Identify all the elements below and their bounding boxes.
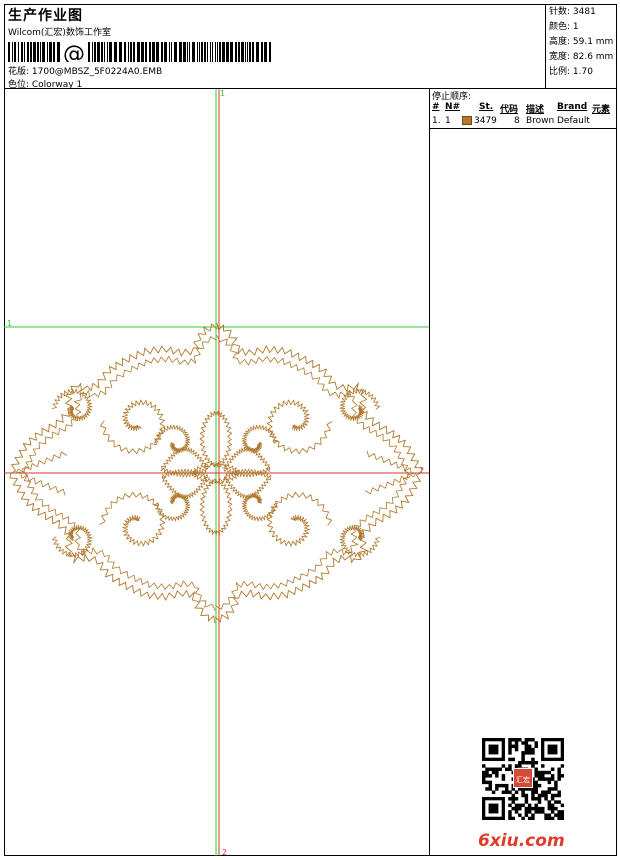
col-desc: 描述 xyxy=(526,105,545,115)
design-width: 宽度: 82.6 mm xyxy=(549,52,614,62)
col-num: # xyxy=(432,102,440,112)
design-file-label: 花版: 1700@MBSZ_5F0224A0.EMB xyxy=(8,67,163,77)
color-count: 颜色: 1 xyxy=(549,22,579,32)
row-n: 1 xyxy=(445,116,451,126)
design-scale: 比例: 1.70 xyxy=(549,67,593,77)
barcode-icon: @ xyxy=(8,42,271,62)
row-num: 1. xyxy=(432,116,441,126)
svg-text:汇宏: 汇宏 xyxy=(516,775,530,784)
report-header: 生产作业图 Wilcom(汇宏)数饰工作室 @ 花版: 1700@MBSZ_5F… xyxy=(4,4,617,90)
col-elem: 元素 xyxy=(592,105,611,115)
row-code: 3479 xyxy=(474,116,497,126)
axis-label-left: 1 xyxy=(7,319,12,328)
col-n: N# xyxy=(445,102,461,112)
col-brand: Brand xyxy=(557,102,588,112)
stitch-count: 针数: 3481 xyxy=(549,7,596,17)
row-brand: Default xyxy=(557,116,590,126)
design-preview: 1 1 2 2 xyxy=(4,89,429,856)
studio-name: Wilcom(汇宏)数饰工作室 xyxy=(8,28,111,38)
table-divider xyxy=(430,128,617,129)
col-code: 代码 xyxy=(500,105,519,115)
col-st: St. xyxy=(479,102,494,112)
qr-code-icon: 汇宏 xyxy=(482,738,564,820)
report-title: 生产作业图 xyxy=(8,8,83,24)
design-canvas[interactable]: 1 1 2 2 xyxy=(4,89,430,856)
design-stats: 针数: 3481 颜色: 1 高度: 59.1 mm 宽度: 82.6 mm 比… xyxy=(545,4,617,88)
axis-label-top: 1 xyxy=(220,89,225,98)
axis-label-bottom: 2 xyxy=(222,848,227,856)
svg-text:@: @ xyxy=(63,42,85,62)
design-height: 高度: 59.1 mm xyxy=(549,37,614,47)
row-st: 8 xyxy=(514,116,520,126)
thread-color-swatch xyxy=(462,116,472,125)
site-watermark-text: 6xiu.com xyxy=(478,831,565,851)
stop-table-header: # N# St. 代码 描述 Brand 元素 xyxy=(430,101,617,115)
table-row[interactable]: 1. 1 3479 8 Brown Default xyxy=(430,115,617,128)
site-watermark: 6xiu.com xyxy=(478,831,565,851)
row-desc: Brown xyxy=(526,116,555,126)
